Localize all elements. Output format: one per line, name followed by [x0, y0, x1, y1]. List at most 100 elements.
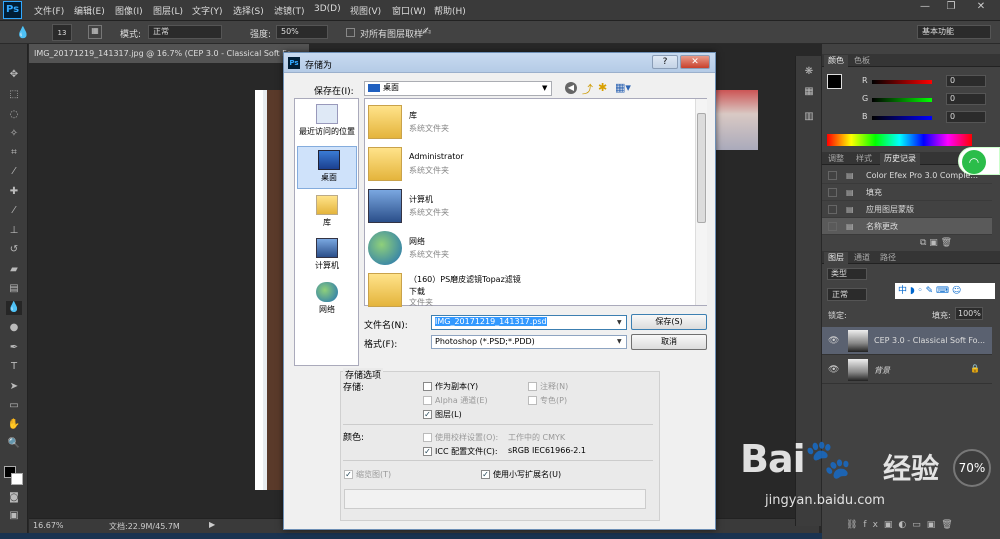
- brush-size-picker[interactable]: 13: [52, 24, 72, 41]
- menu-file[interactable]: 文件(F): [34, 4, 64, 17]
- zoom-tool-icon[interactable]: 🔍: [6, 437, 22, 451]
- chevron-down-icon[interactable]: ▼: [617, 338, 622, 345]
- minimize-icon[interactable]: —: [914, 0, 936, 14]
- slider-r[interactable]: R 0: [862, 75, 992, 87]
- thumbnail-checkbox[interactable]: ✓: [344, 470, 353, 479]
- fill-input[interactable]: 100%: [955, 307, 983, 320]
- close-icon[interactable]: ✕: [966, 0, 996, 14]
- menu-layer[interactable]: 图层(L): [153, 4, 183, 17]
- wifi-widget[interactable]: ◠: [958, 147, 1000, 175]
- list-item[interactable]: （160）PS磨皮滤镜Topaz滤镜 下载 文件夹: [368, 270, 688, 310]
- eye-icon[interactable]: 👁: [828, 336, 839, 346]
- file-list-scrollbar[interactable]: [695, 99, 707, 305]
- ime-toolbar[interactable]: 中 ◗ ◦ ✎ ⌨ ☺: [895, 283, 995, 299]
- layers-checkbox[interactable]: ✓: [423, 410, 432, 419]
- move-tool-icon[interactable]: ✥: [6, 68, 22, 82]
- quick-select-icon[interactable]: ✧: [6, 127, 22, 141]
- speed-ball[interactable]: 70%: [953, 449, 991, 487]
- slider-b-bar[interactable]: [872, 116, 932, 120]
- history-item[interactable]: ▤ 填充: [822, 184, 992, 201]
- eraser-tool-icon[interactable]: ▰: [6, 263, 22, 277]
- navigator-icon[interactable]: ❋: [801, 66, 817, 80]
- sample-all-checkbox[interactable]: [346, 28, 355, 37]
- fg-color-chip[interactable]: [827, 74, 842, 89]
- lowercase-checkbox[interactable]: ✓: [481, 470, 490, 479]
- up-folder-icon[interactable]: ⤴: [582, 81, 593, 97]
- slider-b-value[interactable]: 0: [946, 111, 986, 123]
- gradient-tool-icon[interactable]: ▤: [6, 282, 22, 296]
- layer-filter-select[interactable]: 类型: [827, 268, 867, 280]
- mode-select[interactable]: 正常: [148, 25, 222, 39]
- place-desktop[interactable]: 桌面: [297, 146, 357, 189]
- screen-mode-icon[interactable]: ▣: [6, 509, 22, 523]
- eyedropper-icon[interactable]: ⁄: [6, 165, 22, 179]
- tab-color[interactable]: 颜色: [824, 55, 848, 67]
- hand-tool-icon[interactable]: ✋: [6, 418, 22, 432]
- icc-checkbox[interactable]: ✓: [423, 447, 432, 456]
- list-item[interactable]: 计算机 系统文件夹: [368, 186, 688, 226]
- filename-input[interactable]: IMG_20171219_141317.psd: [431, 315, 627, 330]
- healing-brush-icon[interactable]: ✚: [6, 185, 22, 199]
- blend-mode-select[interactable]: 正常: [827, 288, 867, 301]
- status-menu-arrow-icon[interactable]: ▶: [209, 520, 215, 529]
- format-select[interactable]: Photoshop (*.PSD;*.PDD): [431, 335, 627, 349]
- proof-checkbox[interactable]: [423, 433, 432, 442]
- new-folder-icon[interactable]: ✱: [598, 81, 607, 94]
- tab-history[interactable]: 历史记录: [880, 153, 920, 165]
- tab-paths[interactable]: 路径: [876, 252, 900, 264]
- spot-checkbox[interactable]: [528, 396, 537, 405]
- list-item[interactable]: 库 系统文件夹: [368, 102, 688, 142]
- pressure-icon[interactable]: ✍: [422, 25, 431, 38]
- menu-view[interactable]: 视图(V): [350, 4, 381, 17]
- scroll-thumb[interactable]: [697, 113, 706, 223]
- menu-image[interactable]: 图像(I): [115, 4, 143, 17]
- background-color-swatch[interactable]: [11, 473, 23, 485]
- clone-stamp-icon[interactable]: ⊥: [6, 224, 22, 238]
- notes-checkbox[interactable]: [528, 382, 537, 391]
- as-copy-checkbox[interactable]: [423, 382, 432, 391]
- save-in-select[interactable]: 桌面: [364, 81, 552, 96]
- tab-swatches[interactable]: 色板: [850, 55, 874, 67]
- menu-help[interactable]: 帮助(H): [434, 4, 466, 17]
- histogram-icon[interactable]: ▦: [801, 86, 817, 100]
- color-spectrum[interactable]: [827, 134, 972, 146]
- place-recent[interactable]: 最近访问的位置: [297, 101, 357, 144]
- slider-g-bar[interactable]: [872, 98, 932, 102]
- history-item-active[interactable]: ▤ 名称更改: [822, 218, 992, 235]
- view-menu-icon[interactable]: ▦▾: [615, 81, 631, 94]
- rectangle-tool-icon[interactable]: ▭: [6, 399, 22, 413]
- pen-tool-icon[interactable]: ✒: [6, 341, 22, 355]
- history-footer-icons[interactable]: ⧉ ▣ 🗑: [920, 238, 952, 248]
- dialog-close-icon[interactable]: ✕: [680, 55, 710, 69]
- place-network[interactable]: 网络: [297, 279, 357, 322]
- document-tab[interactable]: IMG_20171219_141317.jpg @ 16.7% (CEP 3.0…: [29, 44, 309, 63]
- chevron-down-icon[interactable]: ▼: [542, 84, 547, 92]
- marquee-tool-icon[interactable]: ⬚: [6, 88, 22, 102]
- type-tool-icon[interactable]: T: [6, 360, 22, 374]
- save-button[interactable]: 保存(S): [631, 314, 707, 330]
- menu-filter[interactable]: 滤镜(T): [274, 4, 305, 17]
- zoom-level[interactable]: 16.67%: [33, 521, 64, 530]
- alpha-checkbox[interactable]: [423, 396, 432, 405]
- strength-input[interactable]: 50%: [276, 25, 328, 39]
- eye-icon[interactable]: 👁: [828, 365, 839, 375]
- smudge-tool-icon[interactable]: 💧: [16, 26, 30, 39]
- slider-r-value[interactable]: 0: [946, 75, 986, 87]
- dialog-title-bar[interactable]: Ps 存储为 ? ✕: [284, 53, 715, 73]
- tab-layers[interactable]: 图层: [824, 252, 848, 264]
- history-brush-icon[interactable]: ↺: [6, 243, 22, 257]
- slider-r-bar[interactable]: [872, 80, 932, 84]
- slider-b[interactable]: B 0: [862, 111, 992, 123]
- menu-3d[interactable]: 3D(D): [314, 4, 341, 14]
- slider-g-value[interactable]: 0: [946, 93, 986, 105]
- quick-mask-icon[interactable]: ◙: [6, 491, 22, 505]
- tab-channels[interactable]: 通道: [850, 252, 874, 264]
- menu-select[interactable]: 选择(S): [233, 4, 264, 17]
- slider-g[interactable]: G 0: [862, 93, 992, 105]
- workspace-select[interactable]: 基本功能: [917, 25, 991, 39]
- tab-adjustments[interactable]: 调整: [824, 153, 848, 165]
- dodge-tool-icon[interactable]: ●: [6, 321, 22, 335]
- crop-tool-icon[interactable]: ⌗: [6, 146, 22, 160]
- menu-window[interactable]: 窗口(W): [392, 4, 426, 17]
- help-icon[interactable]: ?: [652, 55, 678, 69]
